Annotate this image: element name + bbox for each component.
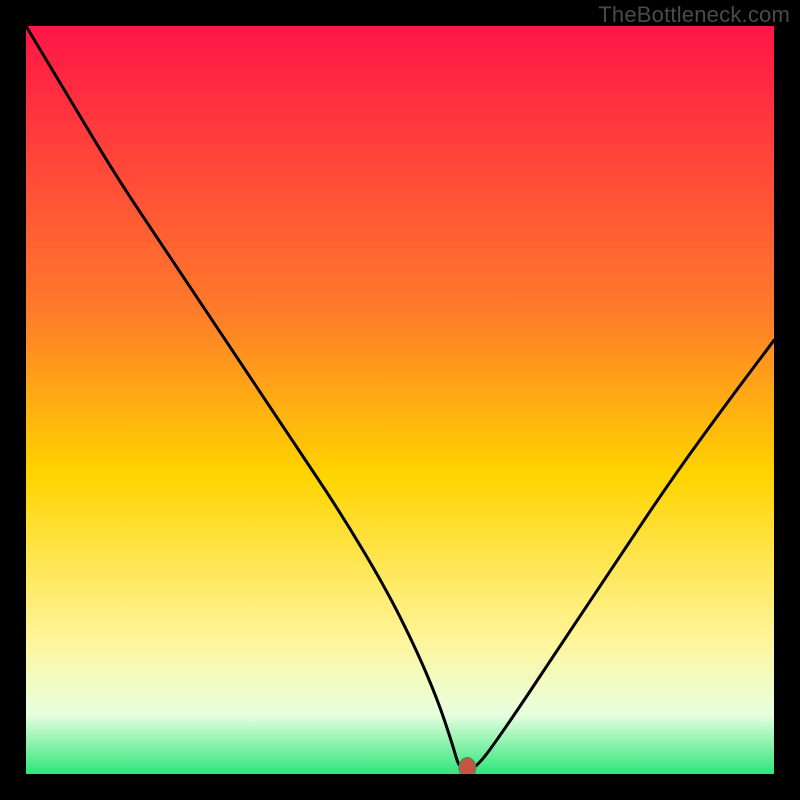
watermark-text: TheBottleneck.com xyxy=(598,2,790,28)
bottleneck-chart xyxy=(26,26,774,774)
heat-gradient xyxy=(26,26,774,774)
optimal-point-marker xyxy=(459,758,475,774)
plot-area xyxy=(26,26,774,774)
chart-frame: TheBottleneck.com xyxy=(0,0,800,800)
